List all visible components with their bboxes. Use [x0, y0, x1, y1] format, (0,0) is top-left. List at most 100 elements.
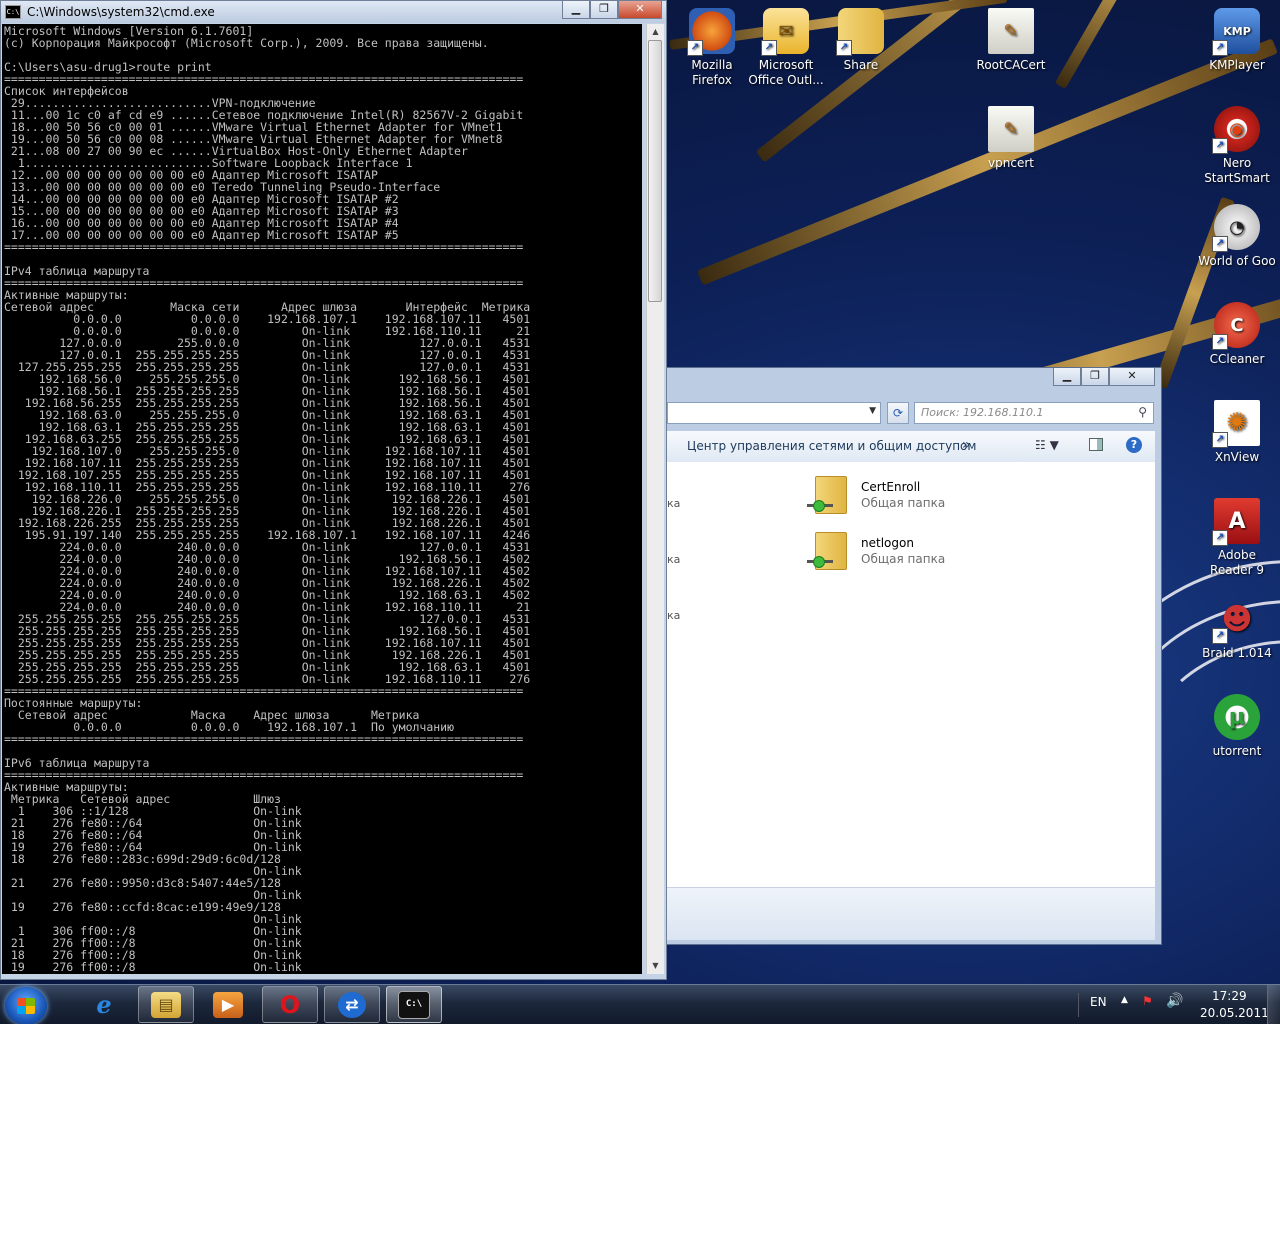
close-icon: ✕	[635, 2, 645, 15]
icon-glyph: ✎	[1003, 20, 1019, 42]
windows-logo-icon	[17, 998, 35, 1014]
vertical-scrollbar[interactable]: ▲ ▼	[646, 24, 664, 974]
media-player-icon: ▶	[213, 991, 243, 1018]
desktop-icon-label: Share	[843, 58, 879, 72]
desktop-icon-braid[interactable]: ☻ ↗ Braid 1.014	[1197, 596, 1277, 661]
explorer-icon: ▤	[151, 991, 181, 1018]
desktop-icon-ccleaner[interactable]: C ↗ CCleaner	[1197, 302, 1277, 367]
nav-pane-fragment: ка	[667, 497, 681, 510]
desktop-icon-label: Mozilla Firefox	[691, 58, 733, 87]
search-input[interactable]: Поиск: 192.168.110.1 ⚲	[914, 402, 1154, 424]
desktop-icon-kmplayer[interactable]: KMP ↗ KMPlayer	[1197, 8, 1277, 73]
kmplayer-icon: KMP ↗	[1212, 8, 1260, 56]
folder-type: Общая папка	[861, 552, 946, 566]
desktop-icon-outlook[interactable]: ✉ ↗ Microsoft Office Outl...	[746, 8, 826, 88]
desktop-icon-label: Microsoft Office Outl...	[748, 58, 824, 87]
search-icon[interactable]: ⚲	[1138, 405, 1147, 419]
nav-pane-fragment: ка	[667, 609, 681, 622]
taskbar-media-player[interactable]: ▶	[200, 986, 256, 1023]
clock-time[interactable]: 17:29	[1212, 989, 1247, 1003]
taskbar-teamviewer[interactable]: ⇄	[324, 986, 380, 1023]
tray-divider	[1078, 993, 1079, 1017]
folder-name: netlogon	[861, 536, 914, 550]
desktop-icon-adobe-reader[interactable]: A ↗ Adobe Reader 9	[1197, 498, 1277, 578]
minimize-button[interactable]: ▁	[562, 1, 590, 19]
minimize-button[interactable]: ▁	[1053, 368, 1081, 386]
desktop-icon-firefox[interactable]: ↗ Mozilla Firefox	[672, 8, 752, 88]
start-button[interactable]	[5, 987, 47, 1024]
console-output[interactable]: Microsoft Windows [Version 6.1.7601] (c)…	[2, 24, 642, 974]
help-icon[interactable]: ?	[1126, 437, 1142, 453]
desktop-icon-share[interactable]: ↗ Share	[821, 8, 901, 73]
close-button[interactable]: ✕	[1109, 368, 1155, 386]
nero-icon: ◉ ↗	[1212, 106, 1260, 154]
taskbar-opera[interactable]: O	[262, 986, 318, 1023]
command-bar: Центр управления сетями и общим доступом…	[667, 431, 1155, 463]
desktop-icon-rootcacert[interactable]: ✎ RootCACert	[971, 8, 1051, 73]
view-options-icon[interactable]: ☷ ▼	[1035, 438, 1059, 452]
show-desktop-button[interactable]	[1267, 985, 1280, 1024]
icon-glyph: A	[1228, 508, 1246, 534]
desktop-icon-utorrent[interactable]: µ utorrent	[1197, 694, 1277, 759]
world-of-goo-icon: ◔ ↗	[1212, 204, 1260, 252]
desktop-icon-nero[interactable]: ◉ ↗ Nero StartSmart	[1197, 106, 1277, 186]
desktop-icon-xnview[interactable]: ✺ ↗ XnView	[1197, 400, 1277, 465]
desktop-icon-label: RootCACert	[976, 58, 1046, 72]
network-center-button[interactable]: Центр управления сетями и общим доступом	[687, 439, 976, 453]
chevron-down-icon[interactable]: ▼	[869, 406, 876, 416]
icon-glyph: KMP	[1223, 24, 1251, 38]
desktop-icon-label: XnView	[1214, 450, 1260, 464]
ccleaner-icon: C ↗	[1212, 302, 1260, 350]
network-warning-icon[interactable]: ⚑	[1142, 994, 1153, 1008]
cmd-icon: C:\	[398, 990, 430, 1019]
desktop-icon-label: World of Goo	[1198, 254, 1276, 268]
taskbar-explorer[interactable]: ▤	[138, 986, 194, 1023]
certificate-icon: ✎	[988, 106, 1034, 152]
taskbar-cmd[interactable]: C:\	[386, 986, 442, 1023]
close-button[interactable]: ✕	[618, 1, 662, 19]
icon-glyph: ◔	[1229, 216, 1245, 238]
more-commands-button[interactable]: »	[962, 437, 971, 453]
maximize-button[interactable]: ❐	[1081, 368, 1109, 386]
language-indicator[interactable]: EN	[1090, 995, 1107, 1009]
cmd-window[interactable]: C:\ C:\Windows\system32\cmd.exe ▁ ❐ ✕ Mi…	[0, 0, 667, 980]
taskbar-ie[interactable]: e	[76, 986, 132, 1023]
teamviewer-icon: ⇄	[338, 991, 366, 1018]
icon-glyph: C	[1230, 314, 1244, 336]
address-bar[interactable]: ▼	[667, 402, 881, 424]
console-text: Microsoft Windows [Version 6.1.7601] (c)…	[4, 24, 531, 974]
icon-glyph: ◉	[1229, 118, 1245, 140]
window-title: C:\Windows\system32\cmd.exe	[27, 5, 215, 19]
desktop-icon-label: Braid 1.014	[1202, 646, 1272, 660]
volume-icon[interactable]: 🔊	[1166, 993, 1183, 1009]
details-pane	[667, 887, 1155, 940]
nav-pane-fragment: ка	[667, 553, 681, 566]
minimize-icon: ▁	[571, 2, 581, 15]
desktop-icon-label: Adobe Reader 9	[1210, 548, 1264, 577]
desktop-icon-vpncert[interactable]: ✎ vpncert	[971, 106, 1051, 171]
folder-name: CertEnroll	[861, 480, 921, 494]
icon-glyph: ✺	[1226, 407, 1248, 438]
maximize-button[interactable]: ❐	[590, 1, 618, 19]
icon-glyph: ✎	[1003, 118, 1019, 140]
desktop-icon-label: Nero StartSmart	[1204, 156, 1270, 185]
clock-date[interactable]: 20.05.2011	[1200, 1006, 1269, 1020]
desktop: ↗ Mozilla Firefox ✉ ↗ Microsoft Office Ou…	[0, 0, 1280, 1024]
opera-icon: O	[279, 990, 301, 1019]
show-hidden-icons-icon[interactable]: ▲	[1121, 995, 1128, 1005]
braid-icon: ☻ ↗	[1212, 596, 1260, 644]
utorrent-icon: µ	[1214, 694, 1260, 740]
desktop-icon-world-of-goo[interactable]: ◔ ↗ World of Goo	[1197, 204, 1277, 269]
folder-type: Общая папка	[861, 496, 946, 510]
explorer-window[interactable]: ▁ ❐ ✕ ▼ ⟳ Поиск: 192.168.110.1 ⚲ Центр у…	[660, 367, 1162, 945]
scroll-thumb[interactable]	[648, 40, 662, 302]
preview-pane-icon[interactable]	[1089, 438, 1103, 451]
window-controls: ▁ ❐ ✕	[562, 1, 662, 19]
search-placeholder: Поиск: 192.168.110.1	[921, 406, 1044, 419]
adobe-reader-icon: A ↗	[1212, 498, 1260, 546]
scroll-up-icon[interactable]: ▲	[647, 24, 664, 40]
shared-folder-icon	[807, 474, 853, 514]
scroll-down-icon[interactable]: ▼	[647, 958, 664, 974]
window-controls: ▁ ❐ ✕	[1053, 368, 1155, 386]
refresh-button[interactable]: ⟳	[887, 402, 909, 424]
